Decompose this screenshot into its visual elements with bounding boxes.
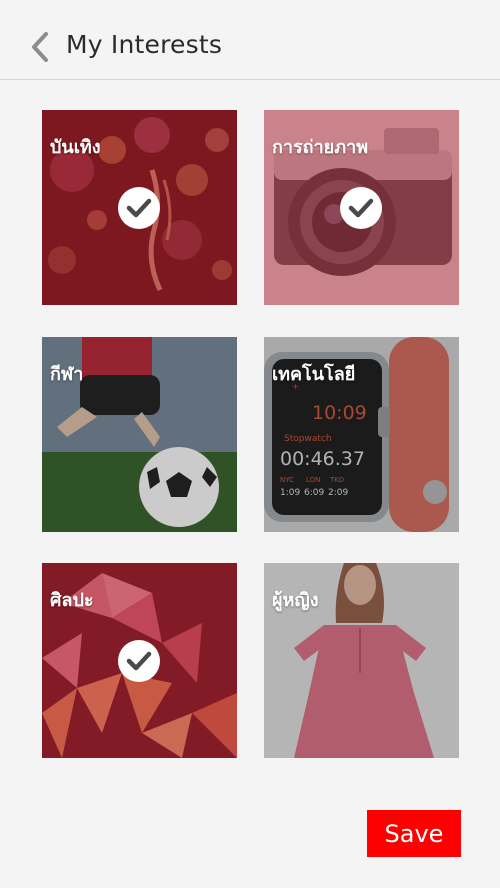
page-title: My Interests xyxy=(66,30,223,59)
interest-label: การถ่ายภาพ xyxy=(272,137,369,158)
interest-tile-women[interactable]: ผู้หญิง xyxy=(264,563,459,758)
chevron-left-icon xyxy=(32,32,48,62)
selected-check-icon xyxy=(340,187,382,229)
interest-tile-entertainment[interactable]: บันเทิง xyxy=(42,110,237,305)
selected-check-icon xyxy=(118,187,160,229)
interest-tile-photography[interactable]: การถ่ายภาพ xyxy=(264,110,459,305)
top-bar: My Interests xyxy=(0,0,500,80)
interest-tile-art[interactable]: ศิลปะ xyxy=(42,563,237,758)
back-button[interactable] xyxy=(26,28,56,68)
interest-label: เทคโนโลยี xyxy=(272,364,356,385)
save-button[interactable]: Save xyxy=(367,810,461,857)
interest-tile-technology[interactable]: + 10:09 Stopwatch 00:46.37 NYC LON TKO 1… xyxy=(264,337,459,532)
interest-label: บันเทิง xyxy=(50,137,101,158)
interest-label: กีฬา xyxy=(50,364,84,385)
interest-label: ศิลปะ xyxy=(50,590,94,611)
interest-label: ผู้หญิง xyxy=(272,590,319,611)
interest-tile-sports[interactable]: กีฬา xyxy=(42,337,237,532)
selected-check-icon xyxy=(118,640,160,682)
